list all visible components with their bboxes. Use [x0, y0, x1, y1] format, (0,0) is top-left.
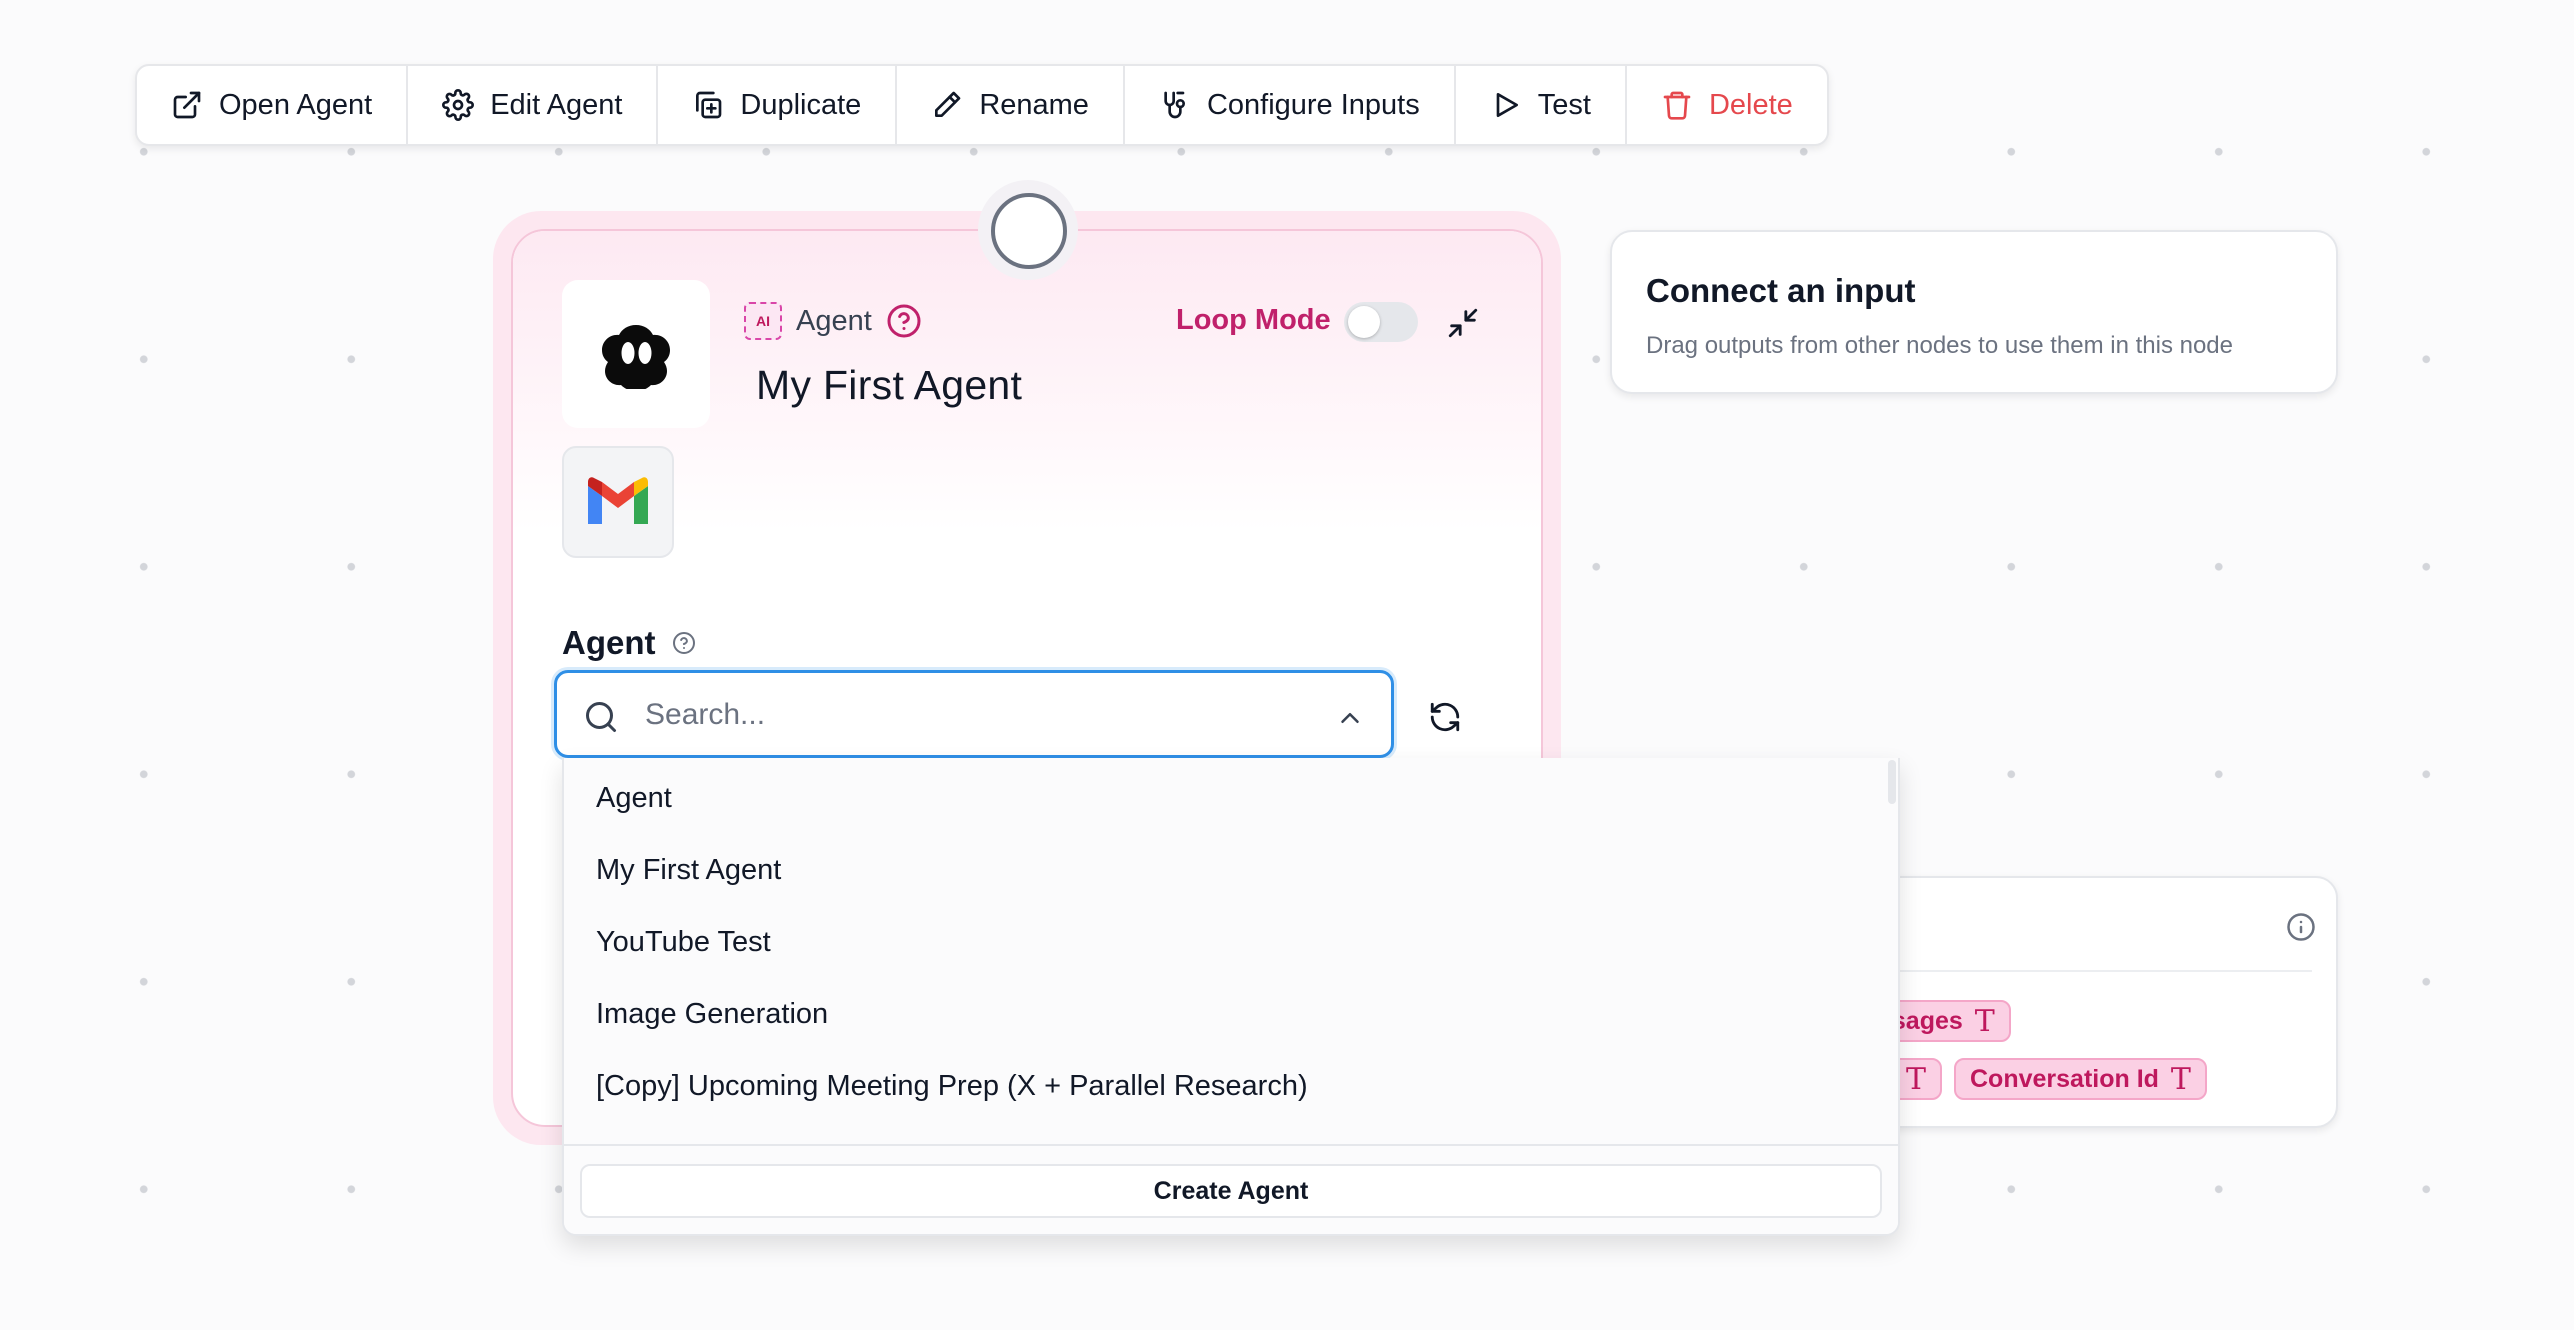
delete-label: Delete [1708, 88, 1793, 121]
gear-icon [442, 89, 475, 121]
node-type-label: Agent [796, 304, 872, 337]
play-icon [1490, 89, 1522, 121]
agent-option[interactable]: Image Generation [564, 978, 1886, 1050]
output-chip-label: Conversation Id [1970, 1064, 2159, 1093]
loop-mode-label: Loop Mode [1176, 304, 1331, 336]
gmail-tool-tile[interactable] [562, 446, 674, 558]
gmail-icon [588, 477, 648, 524]
route-icon [1159, 89, 1191, 121]
pencil-icon [931, 89, 963, 121]
duplicate-button[interactable]: Duplicate [658, 66, 898, 144]
dropdown-footer: Create Agent [564, 1144, 1898, 1234]
test-button[interactable]: Test [1456, 66, 1627, 144]
cloud-logo-icon [602, 325, 670, 389]
input-handle[interactable] [978, 180, 1078, 280]
agent-logo [562, 280, 710, 428]
rename-label: Rename [979, 88, 1089, 121]
node-toolbar: Open Agent Edit Agent Duplicate Rename C… [135, 64, 1829, 146]
text-type-icon: T [1905, 1061, 1926, 1097]
agent-search-input[interactable] [643, 691, 1267, 739]
rename-button[interactable]: Rename [897, 66, 1125, 144]
info-help-icon[interactable] [672, 631, 696, 655]
agent-options-list: Agent My First Agent YouTube Test Image … [564, 758, 1886, 1142]
agent-field-label: Agent [562, 624, 696, 662]
info-icon[interactable] [2286, 912, 2316, 942]
refresh-icon[interactable] [1428, 700, 1462, 734]
help-icon[interactable] [886, 303, 922, 339]
test-label: Test [1537, 88, 1591, 121]
node-type-row: AI Agent [744, 302, 922, 340]
duplicate-icon [692, 89, 724, 121]
dropdown-scrollbar[interactable] [1888, 760, 1896, 804]
delete-button[interactable]: Delete [1627, 66, 1827, 144]
text-type-icon: T [2170, 1061, 2191, 1097]
text-type-icon: T [1974, 1003, 1995, 1039]
search-icon [583, 699, 619, 735]
agent-option[interactable]: My First Agent [564, 834, 1886, 906]
toggle-knob [1348, 306, 1380, 338]
edit-agent-label: Edit Agent [490, 88, 623, 121]
external-link-icon [171, 89, 203, 121]
connect-input-title: Connect an input [1646, 272, 1916, 309]
edit-agent-button[interactable]: Edit Agent [408, 66, 659, 144]
collapse-icon[interactable] [1446, 306, 1480, 340]
list-fade [564, 1106, 1886, 1146]
connect-input-card: Connect an input Drag outputs from other… [1610, 230, 2338, 394]
output-chip-conversation-id[interactable]: Conversation Id T [1954, 1058, 2207, 1100]
agent-option[interactable]: YouTube Test [564, 906, 1886, 978]
input-handle-ring [991, 193, 1067, 269]
loop-mode-toggle[interactable] [1344, 302, 1418, 342]
configure-inputs-label: Configure Inputs [1206, 88, 1420, 121]
agent-field-label-text: Agent [562, 624, 656, 661]
connect-input-subtitle: Drag outputs from other nodes to use the… [1646, 332, 2234, 359]
agent-dropdown: Agent My First Agent YouTube Test Image … [562, 758, 1900, 1236]
chevron-up-icon[interactable] [1335, 703, 1365, 733]
open-agent-button[interactable]: Open Agent [137, 66, 409, 144]
create-agent-button[interactable]: Create Agent [580, 1164, 1882, 1218]
agent-search-box[interactable] [554, 670, 1394, 758]
node-title[interactable]: My First Agent [756, 362, 1022, 409]
configure-inputs-button[interactable]: Configure Inputs [1125, 66, 1456, 144]
agent-option[interactable]: Agent [564, 762, 1886, 834]
trash-icon [1661, 89, 1693, 121]
open-agent-label: Open Agent [219, 88, 373, 121]
duplicate-label: Duplicate [740, 88, 862, 121]
ai-chip-icon: AI [744, 302, 782, 340]
